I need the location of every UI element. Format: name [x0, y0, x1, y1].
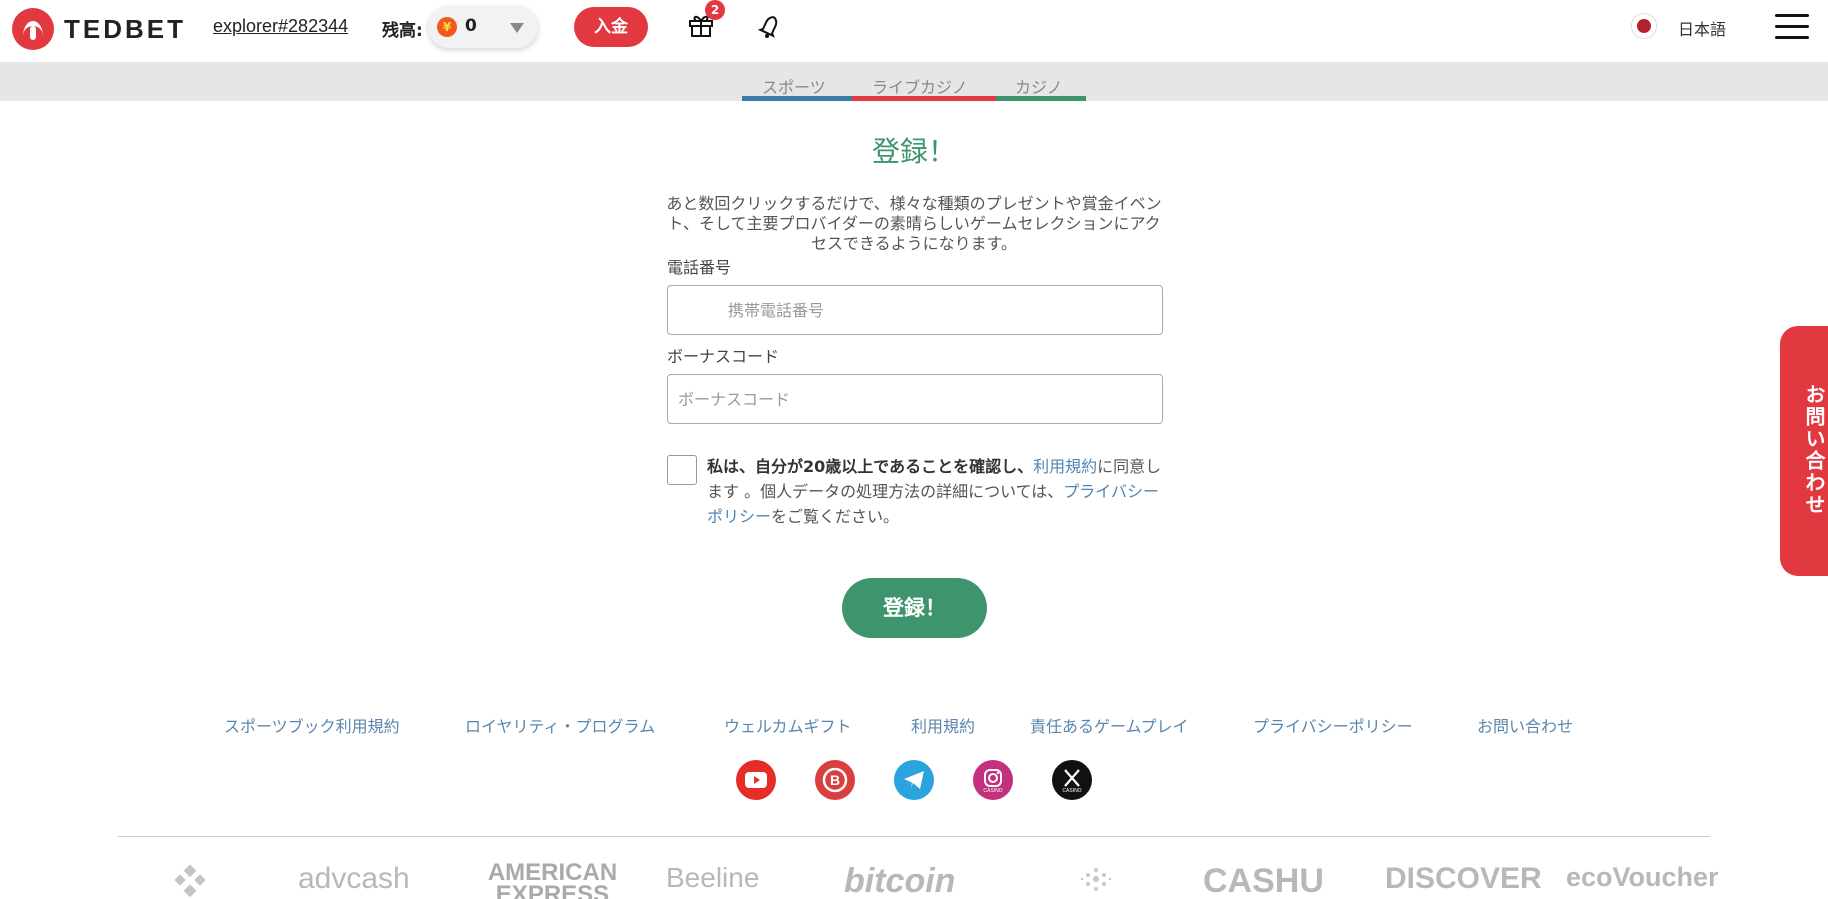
- beeline-icon: Beeline: [666, 862, 760, 893]
- bitcointalk-icon[interactable]: B: [815, 760, 855, 800]
- advcash-icon: advcash: [298, 862, 410, 895]
- tab-live-casino-underline: [852, 96, 996, 101]
- yen-coin-icon: ¥: [437, 17, 457, 37]
- binance-icon: [174, 864, 206, 898]
- footer-link-sportsbook-terms[interactable]: スポーツブック利用規約: [224, 713, 400, 737]
- footer-divider: [118, 836, 1710, 837]
- terms-link[interactable]: 利用規約: [1033, 457, 1097, 476]
- username-link[interactable]: explorer#282344: [213, 16, 348, 37]
- instagram-casino-badge: CASINO: [983, 788, 1002, 794]
- bell-icon[interactable]: [757, 12, 785, 40]
- tab-live-casino[interactable]: ライブカジノ: [872, 74, 968, 98]
- footer-link-contact[interactable]: お問い合わせ: [1477, 713, 1573, 737]
- cardano-icon: [1080, 868, 1112, 891]
- language-selector[interactable]: 日本語: [1678, 16, 1726, 40]
- balance-value: 0: [465, 16, 477, 36]
- register-title: 登録！: [871, 135, 956, 168]
- footer-link-welcome-gift[interactable]: ウェルカムギフト: [724, 713, 852, 737]
- telegram-icon[interactable]: [894, 760, 934, 800]
- footer-link-responsible-gaming[interactable]: 責任あるゲームプレイ: [1030, 713, 1189, 737]
- deposit-button[interactable]: 入金: [574, 7, 648, 47]
- x-casino-badge: CASINO: [1062, 788, 1081, 794]
- tab-casino[interactable]: カジノ: [1015, 74, 1063, 98]
- phone-input[interactable]: [667, 285, 1163, 335]
- cashu-icon: CASHU: [1203, 862, 1324, 899]
- bitcoin-icon: bitcoin: [844, 862, 956, 899]
- top-header: TEDBET explorer#282344 残高: ¥ 0 入金 2 日本語: [0, 0, 1828, 62]
- instagram-icon[interactable]: CASINO: [973, 760, 1013, 800]
- gift-count-badge: 2: [705, 0, 725, 20]
- tab-sports[interactable]: スポーツ: [762, 74, 826, 98]
- bonus-code-label: ボーナスコード: [667, 347, 780, 366]
- category-nav: スポーツ ライブカジノ カジノ: [0, 62, 1828, 101]
- balance-label: 残高:: [382, 21, 423, 41]
- contact-side-tab[interactable]: お問い合わせ: [1780, 326, 1828, 576]
- footer-link-loyalty[interactable]: ロイヤリティ・プログラム: [465, 713, 655, 737]
- consent-bold-text: 私は、自分が20歳以上であることを確認し、: [707, 457, 1034, 476]
- age-consent-checkbox[interactable]: [667, 455, 697, 485]
- caret-down-icon: [510, 23, 524, 33]
- consent-text: 私は、自分が20歳以上であることを確認し、利用規約に同意します 。個人データの処…: [707, 454, 1163, 529]
- ecovoucher-icon: ecoVoucher: [1566, 862, 1719, 892]
- discover-icon: DISCOVER: [1385, 862, 1542, 895]
- tedbet-logo-icon: [12, 8, 54, 50]
- consent-end-text: をご覧ください。: [771, 507, 900, 526]
- balance-dropdown[interactable]: ¥ 0: [428, 6, 538, 48]
- footer-links: スポーツブック利用規約 ロイヤリティ・プログラム ウェルカムギフト 利用規約 責…: [0, 713, 1828, 737]
- brand-logo[interactable]: TEDBET: [12, 8, 186, 50]
- amex-icon: AMERICAN EXPRESS: [487, 859, 618, 899]
- brand-name: TEDBET: [64, 13, 186, 44]
- phone-label: 電話番号: [667, 258, 732, 277]
- svg-text:B: B: [830, 772, 840, 788]
- bonus-code-input[interactable]: [667, 374, 1163, 424]
- tab-casino-underline: [996, 96, 1086, 101]
- footer-link-terms[interactable]: 利用規約: [911, 713, 975, 737]
- x-icon[interactable]: CASINO: [1052, 760, 1092, 800]
- page: TEDBET explorer#282344 残高: ¥ 0 入金 2 日本語 …: [0, 0, 1828, 899]
- footer-link-privacy[interactable]: プライバシーポリシー: [1253, 713, 1413, 737]
- youtube-icon[interactable]: [736, 760, 776, 800]
- contact-side-tab-label: お問い合わせ: [1802, 384, 1826, 516]
- register-intro: あと数回クリックするだけで、様々な種類のプレゼントや賞金イベント、そして主要プロ…: [666, 194, 1162, 253]
- tab-sports-underline: [742, 96, 852, 101]
- register-button[interactable]: 登録！: [842, 578, 987, 638]
- japan-flag-icon[interactable]: [1631, 13, 1657, 39]
- menu-icon[interactable]: [1775, 14, 1809, 40]
